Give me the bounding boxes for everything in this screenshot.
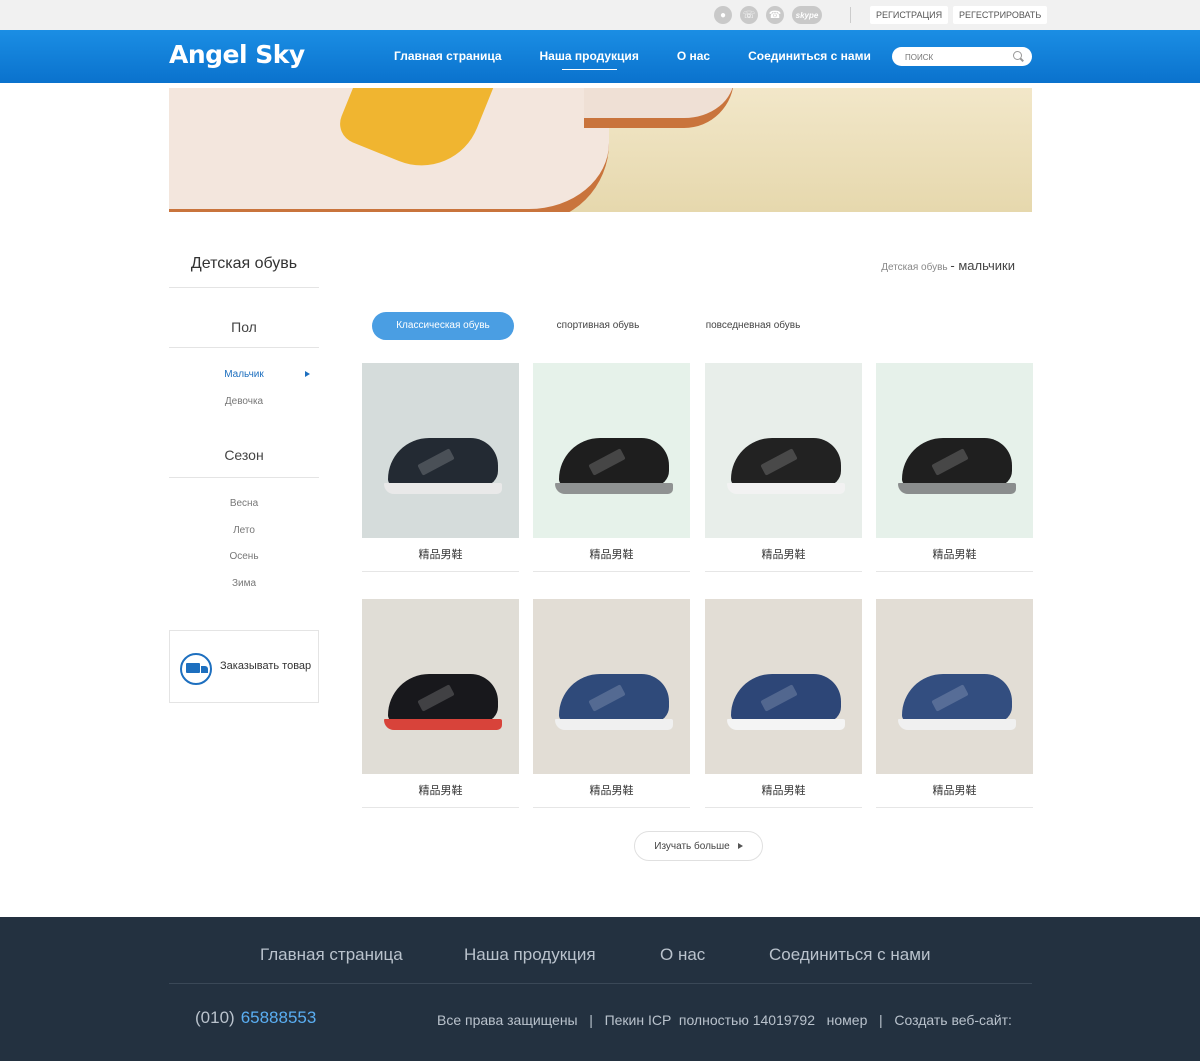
product-name[interactable]: 精品男鞋 [362, 538, 519, 572]
product-image[interactable] [362, 363, 519, 538]
hero-banner [169, 88, 1032, 212]
product-card[interactable]: 精品男鞋 [876, 599, 1033, 808]
product-image[interactable] [876, 363, 1033, 538]
footer-nav-contact[interactable]: Соединиться с нами [769, 945, 930, 965]
shoe-illustration [892, 434, 1017, 496]
shoe-illustration [549, 670, 674, 732]
nav-about[interactable]: О нас [677, 30, 710, 83]
breadcrumb-parent[interactable]: Детская обувь [881, 262, 947, 273]
phone-code: (010) [195, 1008, 235, 1027]
product-name[interactable]: 精品男鞋 [876, 774, 1033, 808]
sidebar-item-summer[interactable]: Лето [169, 525, 319, 536]
main-nav: Главная страница Наша продукция О нас Со… [394, 30, 909, 83]
product-card[interactable]: 精品男鞋 [533, 599, 690, 808]
sidebar-title: Детская обувь [190, 255, 298, 272]
gender-heading: Пол [231, 319, 257, 335]
divider [169, 287, 319, 288]
nav-contact[interactable]: Соединиться с нами [748, 30, 871, 83]
order-button[interactable]: Заказывать товар [169, 630, 319, 703]
product-image[interactable] [705, 363, 862, 538]
product-card[interactable]: 精品男鞋 [705, 363, 862, 572]
main-header: Angel Sky Главная страница Наша продукци… [0, 30, 1200, 83]
product-card[interactable]: 精品男鞋 [876, 363, 1033, 572]
tab-casual[interactable]: повседневная обувь [686, 312, 820, 340]
product-image[interactable] [705, 599, 862, 774]
product-card[interactable]: 精品男鞋 [362, 363, 519, 572]
truck-icon [180, 653, 212, 685]
sidebar-item-girl[interactable]: Девочка [169, 396, 319, 407]
viber-icon[interactable]: ☎ [766, 6, 784, 24]
logo[interactable]: Angel Sky [169, 40, 305, 69]
product-name[interactable]: 精品男鞋 [533, 774, 690, 808]
search-bar [892, 47, 1032, 67]
product-name[interactable]: 精品男鞋 [533, 538, 690, 572]
product-name[interactable]: 精品男鞋 [705, 538, 862, 572]
product-name[interactable]: 精品男鞋 [705, 774, 862, 808]
divider [169, 983, 1032, 984]
season-heading: Сезон [224, 447, 264, 463]
chevron-right-icon [737, 843, 743, 850]
product-name[interactable]: 精品男鞋 [876, 538, 1033, 572]
footer-copyright: Все права защищены | Пекин ICP полностью… [437, 1012, 1012, 1028]
divider [169, 477, 319, 478]
signup-button[interactable]: РЕГЕСТРИРОВАТЬ [953, 6, 1048, 24]
phone-number[interactable]: 65888553 [241, 1008, 317, 1027]
order-label: Заказывать товар [220, 660, 312, 672]
footer-nav-about[interactable]: О нас [660, 945, 705, 965]
product-card[interactable]: 精品男鞋 [533, 363, 690, 572]
shoe-illustration [721, 434, 846, 496]
shoe-illustration [549, 434, 674, 496]
load-more-button[interactable]: Изучать больше [634, 831, 763, 861]
divider [169, 347, 319, 348]
sidebar-item-spring[interactable]: Весна [169, 498, 319, 509]
tab-sport[interactable]: спортивная обувь [530, 312, 666, 340]
tab-classic[interactable]: Классическая обувь [372, 312, 514, 340]
whatsapp-icon[interactable]: ☏ [740, 6, 758, 24]
product-image[interactable] [876, 599, 1033, 774]
chevron-right-icon [305, 371, 310, 377]
register-button[interactable]: РЕГИСТРАЦИЯ [870, 6, 949, 24]
top-utility-bar: ● ☏ ☎ skype РЕГИСТРАЦИЯ РЕГЕСТРИРОВАТЬ [0, 0, 1200, 30]
nav-products[interactable]: Наша продукция [540, 30, 639, 83]
nav-home[interactable]: Главная страница [394, 30, 502, 83]
product-image[interactable] [362, 599, 519, 774]
social-icons: ● ☏ ☎ skype [714, 6, 822, 24]
breadcrumb: Детская обувь - мальчики [881, 258, 1015, 273]
product-card[interactable]: 精品男鞋 [362, 599, 519, 808]
footer-nav-home[interactable]: Главная страница [260, 945, 403, 965]
shoe-illustration [892, 670, 1017, 732]
breadcrumb-current: - мальчики [950, 258, 1015, 273]
banner-sandal-image-2 [584, 88, 734, 128]
footer: Главная страница Наша продукция О нас Со… [0, 917, 1200, 1061]
load-more-label: Изучать больше [654, 841, 730, 852]
shoe-illustration [378, 434, 503, 496]
product-name[interactable]: 精品男鞋 [362, 774, 519, 808]
footer-nav-products[interactable]: Наша продукция [464, 945, 596, 965]
product-image[interactable] [533, 599, 690, 774]
skype-icon[interactable]: skype [792, 6, 822, 24]
product-image[interactable] [533, 363, 690, 538]
search-input[interactable] [892, 48, 1002, 67]
shoe-illustration [378, 670, 503, 732]
sidebar-item-autumn[interactable]: Осень [169, 551, 319, 562]
divider [850, 7, 851, 23]
sidebar-item-boy[interactable]: Мальчик [169, 369, 319, 380]
footer-phone: (010) 65888553 [195, 1008, 316, 1028]
product-card[interactable]: 精品男鞋 [705, 599, 862, 808]
shoe-illustration [721, 670, 846, 732]
wechat-icon[interactable]: ● [714, 6, 732, 24]
sidebar-item-winter[interactable]: Зима [169, 578, 319, 589]
search-icon[interactable] [1013, 51, 1022, 60]
